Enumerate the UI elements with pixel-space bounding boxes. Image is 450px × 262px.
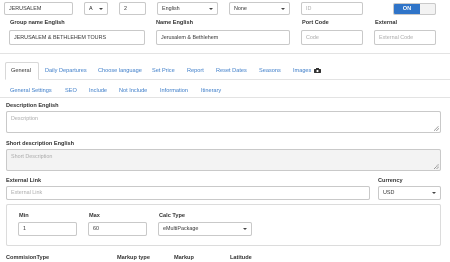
external-link-label: External Link xyxy=(6,178,42,184)
tab-reset-dates[interactable]: Reset Dates xyxy=(216,68,247,74)
tab-set-price[interactable]: Set Price xyxy=(152,68,175,74)
currency-select[interactable]: USD xyxy=(378,186,441,200)
number-input[interactable]: 2 xyxy=(119,2,146,15)
currency-label: Currency xyxy=(378,178,403,184)
subtab-itinerary[interactable]: Itinerary xyxy=(201,88,221,94)
resize-handle-icon[interactable] xyxy=(434,164,439,169)
tabs-divider xyxy=(39,79,450,80)
tab-daily-departures[interactable]: Daily Departures xyxy=(45,68,87,74)
chevron-down-icon xyxy=(281,7,285,10)
min-input[interactable]: 1 xyxy=(18,222,77,236)
external-link-input[interactable]: External Link xyxy=(6,186,370,200)
subtab-seo[interactable]: SEO xyxy=(65,88,77,94)
group-name-label: Group name English xyxy=(10,20,65,26)
markup-label: Markup xyxy=(174,255,194,261)
subtab-not-include[interactable]: Not Include xyxy=(119,88,147,94)
tab-report[interactable]: Report xyxy=(187,68,204,74)
id-input[interactable]: ID xyxy=(301,2,363,15)
latitude-label: Latitude xyxy=(230,255,252,261)
min-label: Min xyxy=(19,213,29,219)
tab-seasons[interactable]: Seasons xyxy=(259,68,281,74)
subtab-information[interactable]: Information xyxy=(160,88,188,94)
group-name-input[interactable]: JERUSALEM & BETHLEHEM TOURS xyxy=(9,30,145,45)
port-code-input[interactable]: Code xyxy=(301,30,363,45)
external-label: External xyxy=(375,20,398,26)
camera-icon xyxy=(313,68,321,74)
city-input[interactable]: JERUSALEM xyxy=(4,2,73,15)
short-description-label: Short description English xyxy=(6,141,75,147)
language-select[interactable]: English xyxy=(157,2,218,15)
tab-images-label: Images xyxy=(293,68,312,74)
chevron-down-icon xyxy=(209,7,213,10)
description-label: Description English xyxy=(6,103,59,109)
none-select[interactable]: None xyxy=(229,2,290,15)
status-toggle[interactable]: ON xyxy=(393,3,436,15)
subtabs-divider xyxy=(0,97,450,98)
markup-type-label: Markup type xyxy=(117,255,150,261)
name-label: Name English xyxy=(156,20,193,26)
chevron-down-icon xyxy=(432,192,436,194)
name-input[interactable]: Jerusalem & Bethlehem xyxy=(156,30,290,45)
max-label: Max xyxy=(89,213,100,219)
subtab-include[interactable]: Include xyxy=(89,88,107,94)
divider xyxy=(0,53,450,54)
chevron-down-icon xyxy=(99,7,103,10)
chevron-down-icon xyxy=(243,228,247,230)
description-textarea[interactable]: Description xyxy=(6,111,441,133)
tab-general[interactable]: General xyxy=(11,68,31,74)
external-code-input[interactable]: External Code xyxy=(374,30,436,45)
port-code-label: Port Code xyxy=(302,20,329,26)
toggle-on-label: ON xyxy=(394,4,420,14)
subtab-general-settings[interactable]: General Settings xyxy=(10,88,52,94)
max-input[interactable]: 60 xyxy=(88,222,147,236)
letter-select[interactable]: A xyxy=(84,2,108,15)
short-description-textarea[interactable]: Short Description xyxy=(6,149,441,171)
commision-type-label: CommisionType xyxy=(6,255,50,261)
resize-handle-icon[interactable] xyxy=(434,126,439,131)
tab-choose-language[interactable]: Choose language xyxy=(98,68,142,74)
tab-images[interactable]: Images xyxy=(293,68,321,74)
calc-type-select[interactable]: eMultiPackage xyxy=(158,222,252,236)
calc-type-label: Calc Type xyxy=(159,213,186,219)
